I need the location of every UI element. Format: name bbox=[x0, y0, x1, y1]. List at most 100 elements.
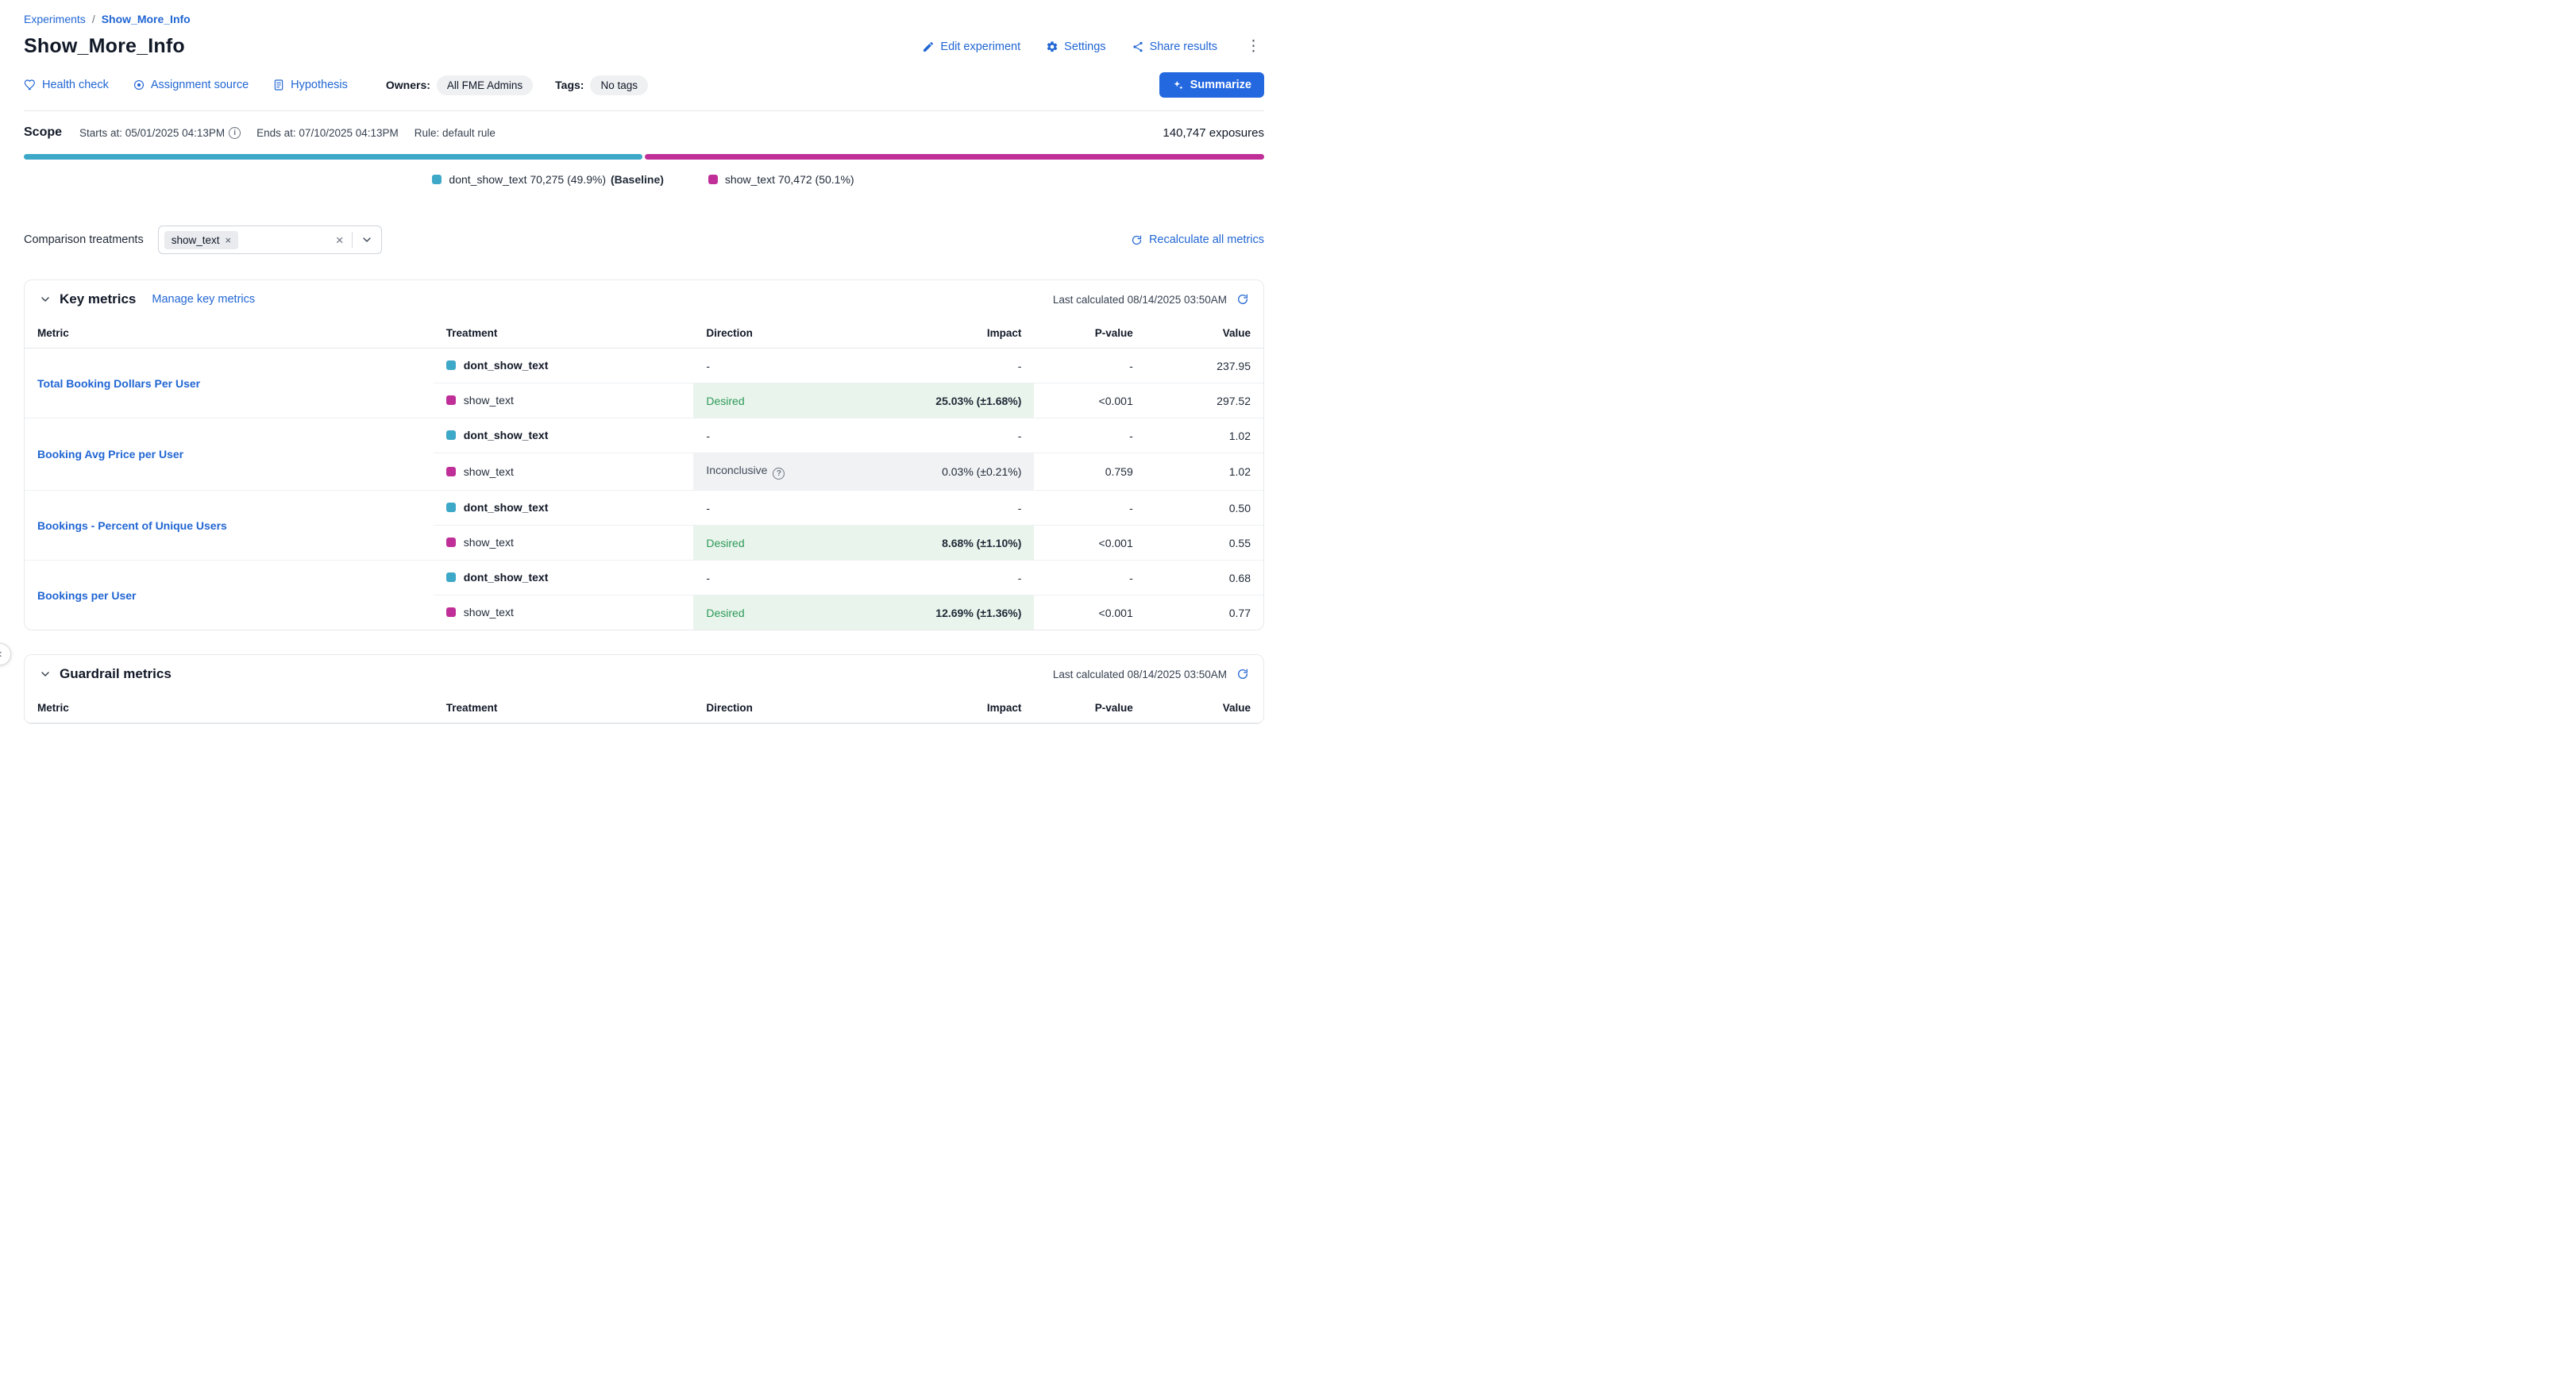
tags-label: Tags: bbox=[555, 79, 584, 91]
impact-cell: - bbox=[892, 418, 1034, 453]
col-direction: Direction bbox=[693, 318, 892, 349]
guardrail-metrics-title: Guardrail metrics bbox=[60, 666, 172, 682]
treatment-name: show_text bbox=[464, 465, 514, 478]
scope-ends: Ends at: 07/10/2025 04:13PM bbox=[256, 127, 399, 139]
value-cell: 1.02 bbox=[1146, 453, 1263, 491]
settings-button[interactable]: Settings bbox=[1046, 40, 1105, 53]
key-metrics-table: Metric Treatment Direction Impact P-valu… bbox=[25, 318, 1263, 630]
metric-link[interactable]: Booking Avg Price per User bbox=[37, 448, 183, 461]
scope-starts: Starts at: 05/01/2025 04:13PM bbox=[79, 127, 225, 139]
comparison-treatments-select[interactable]: show_text × × bbox=[158, 225, 382, 254]
value-cell: 0.55 bbox=[1146, 526, 1263, 561]
pvalue-cell: 0.759 bbox=[1034, 453, 1145, 491]
treatment-color-swatch bbox=[446, 467, 456, 476]
select-clear-icon[interactable]: × bbox=[328, 233, 352, 247]
value-cell: 1.02 bbox=[1146, 418, 1263, 453]
info-icon[interactable]: i bbox=[229, 127, 241, 139]
sparkles-icon bbox=[1172, 79, 1184, 91]
table-header-row: Metric Treatment Direction Impact P-valu… bbox=[25, 318, 1263, 349]
recalculate-all-metrics-button[interactable]: Recalculate all metrics bbox=[1131, 233, 1264, 246]
pvalue-cell: - bbox=[1034, 491, 1145, 526]
treatment-name: dont_show_text bbox=[464, 571, 549, 584]
guardrail-metrics-header: Guardrail metrics Last calculated 08/14/… bbox=[25, 655, 1263, 693]
chip-remove-icon[interactable]: × bbox=[226, 235, 232, 245]
tags-chip[interactable]: No tags bbox=[590, 75, 648, 95]
last-calculated-text: Last calculated 08/14/2025 03:50AM bbox=[1053, 294, 1227, 306]
collapse-chevron-icon[interactable] bbox=[39, 293, 52, 306]
legend-item-treatment: show_text 70,472 (50.1%) bbox=[708, 173, 856, 186]
table-header-row: Metric Treatment Direction Impact P-valu… bbox=[25, 693, 1263, 723]
baseline-bar-segment bbox=[24, 154, 642, 160]
col-impact: Impact bbox=[892, 693, 1034, 723]
selected-treatment-chip[interactable]: show_text × bbox=[164, 231, 238, 249]
metric-link[interactable]: Bookings - Percent of Unique Users bbox=[37, 519, 227, 532]
health-check-link[interactable]: Health check bbox=[24, 79, 109, 91]
owners-chip[interactable]: All FME Admins bbox=[437, 75, 533, 95]
pvalue-cell: - bbox=[1034, 418, 1145, 453]
pencil-icon bbox=[922, 40, 935, 53]
direction-cell: Desired bbox=[693, 526, 892, 561]
impact-cell: - bbox=[892, 349, 1034, 383]
pvalue-cell: <0.001 bbox=[1034, 383, 1145, 418]
treatment-name: dont_show_text bbox=[464, 429, 549, 441]
hypothesis-link[interactable]: Hypothesis bbox=[272, 79, 348, 91]
impact-cell: 25.03% (±1.68%) bbox=[892, 383, 1034, 418]
experiment-page: Experiments / Show_More_Info Show_More_I… bbox=[0, 0, 1288, 724]
more-options-button[interactable]: ⋮ bbox=[1243, 39, 1264, 54]
owners-group: Owners: All FME Admins bbox=[386, 75, 533, 95]
value-cell: 0.50 bbox=[1146, 491, 1263, 526]
treatment-color-swatch bbox=[446, 395, 456, 405]
table-row: Bookings per User dont_show_text - - - 0… bbox=[25, 561, 1263, 595]
table-row: Booking Avg Price per User dont_show_tex… bbox=[25, 418, 1263, 453]
treatment-bar-segment bbox=[645, 154, 1264, 160]
pvalue-cell: - bbox=[1034, 561, 1145, 595]
col-treatment: Treatment bbox=[434, 318, 694, 349]
title-row: Show_More_Info Edit experiment Settings … bbox=[24, 35, 1264, 58]
impact-cell: 0.03% (±0.21%) bbox=[892, 453, 1034, 491]
metric-link[interactable]: Total Booking Dollars Per User bbox=[37, 377, 200, 390]
pvalue-cell: - bbox=[1034, 349, 1145, 383]
col-value: Value bbox=[1146, 693, 1263, 723]
assignment-source-link[interactable]: Assignment source bbox=[133, 79, 249, 91]
col-metric: Metric bbox=[25, 318, 434, 349]
guardrail-metrics-card: Guardrail metrics Last calculated 08/14/… bbox=[24, 654, 1264, 724]
treatment-color-swatch bbox=[446, 503, 456, 512]
toolbar: Health check Assignment source Hypothesi… bbox=[24, 72, 1264, 98]
treatment-name: dont_show_text bbox=[464, 501, 549, 514]
owners-label: Owners: bbox=[386, 79, 430, 91]
summarize-button[interactable]: Summarize bbox=[1159, 72, 1264, 98]
scope-rule: Rule: default rule bbox=[415, 127, 496, 139]
direction-cell: Inconclusive? bbox=[693, 453, 892, 491]
direction-cell: - bbox=[693, 491, 892, 526]
baseline-badge: (Baseline) bbox=[611, 173, 664, 186]
treatment-color-swatch bbox=[446, 430, 456, 440]
chevron-down-icon[interactable] bbox=[353, 233, 381, 246]
key-metrics-title: Key metrics bbox=[60, 291, 136, 307]
manage-key-metrics-link[interactable]: Manage key metrics bbox=[152, 293, 255, 306]
tags-group: Tags: No tags bbox=[555, 75, 648, 95]
direction-cell: - bbox=[693, 561, 892, 595]
treatment-name: show_text bbox=[464, 606, 514, 619]
value-cell: 0.77 bbox=[1146, 595, 1263, 630]
refresh-icon[interactable] bbox=[1236, 293, 1249, 306]
edit-experiment-button[interactable]: Edit experiment bbox=[922, 40, 1020, 53]
breadcrumb-current[interactable]: Show_More_Info bbox=[102, 13, 191, 25]
treatment-name: show_text bbox=[464, 394, 514, 407]
breadcrumb-experiments[interactable]: Experiments bbox=[24, 13, 86, 25]
share-results-button[interactable]: Share results bbox=[1132, 40, 1217, 53]
help-icon[interactable]: ? bbox=[773, 468, 785, 480]
legend-item-baseline: dont_show_text 70,275 (49.9%) (Baseline) bbox=[432, 173, 664, 186]
scope-section: Scope Starts at: 05/01/2025 04:13PM i En… bbox=[24, 111, 1264, 186]
direction-cell: Desired bbox=[693, 595, 892, 630]
metric-link[interactable]: Bookings per User bbox=[37, 589, 136, 602]
heart-icon bbox=[24, 79, 37, 91]
key-metrics-header: Key metrics Manage key metrics Last calc… bbox=[25, 280, 1263, 318]
refresh-icon[interactable] bbox=[1236, 668, 1249, 680]
collapse-chevron-icon[interactable] bbox=[39, 668, 52, 680]
col-treatment: Treatment bbox=[434, 693, 694, 723]
col-pvalue: P-value bbox=[1034, 318, 1145, 349]
pvalue-cell: <0.001 bbox=[1034, 595, 1145, 630]
exposures-count: 140,747 exposures bbox=[1163, 126, 1264, 140]
treatment-color-swatch bbox=[446, 607, 456, 617]
document-icon bbox=[272, 79, 285, 91]
